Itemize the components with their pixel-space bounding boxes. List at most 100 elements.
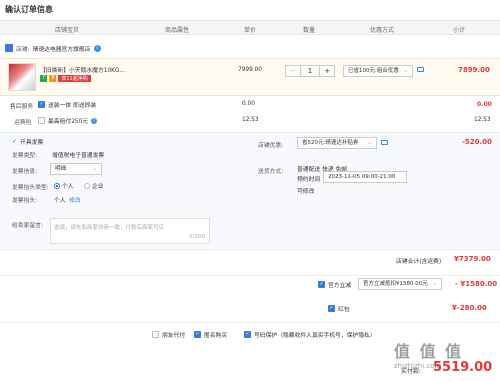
message-counter: 0/200 bbox=[189, 234, 205, 240]
platform-discount-toggle[interactable]: ✓ 官方立减 bbox=[318, 280, 351, 289]
shop-icon bbox=[5, 44, 13, 52]
shop-discount-select[interactable]: 省520元:晴速达补贴券 ⌄ bbox=[297, 137, 377, 149]
divider bbox=[0, 275, 500, 276]
friend-pay-label: 朋友代付 bbox=[162, 333, 186, 339]
privacy-label: 号码保护（隐藏收件人真实手机号，保护隐私） bbox=[254, 333, 376, 339]
friend-pay-toggle[interactable]: 朋友代付 bbox=[152, 330, 185, 339]
invoice-head-value: 个人 bbox=[54, 198, 66, 204]
message-placeholder: 选填，请先和商家协商一致，付款后商家可见 bbox=[54, 225, 165, 231]
col-unit-price: 单价 bbox=[244, 27, 257, 34]
watermark-logo: 值 值 值 bbox=[394, 342, 464, 361]
delivery-time-select[interactable]: 2023-11-05 09:00-21:00 bbox=[323, 171, 407, 183]
radio-personal-dot[interactable] bbox=[54, 182, 60, 189]
invoice-info-select[interactable]: 明细 ⌄ bbox=[50, 163, 102, 175]
invoice-head-label: 发票抬头: bbox=[12, 198, 38, 204]
anonymous-checkbox[interactable]: ✓ bbox=[194, 331, 201, 338]
message-textarea[interactable]: 选填，请先和商家协商一致，付款后商家可见 0/200 bbox=[50, 218, 210, 244]
column-header: 店铺宝贝 商品属性 单价 数量 优惠方式 小计 bbox=[0, 20, 500, 35]
chat-icon[interactable] bbox=[381, 140, 388, 145]
friend-pay-checkbox[interactable] bbox=[152, 331, 159, 338]
insurance-subtotal: 12.53 bbox=[474, 117, 491, 123]
invoice-head-type-label: 发票抬头类型: bbox=[12, 185, 49, 191]
service-price: 0.00 bbox=[242, 101, 255, 107]
chevron-down-icon: ⌄ bbox=[92, 166, 97, 172]
invoice-toggle[interactable]: ✓ 开具发票 bbox=[12, 137, 43, 146]
delivery-time-value: 2023-11-05 09:00-21:00 bbox=[328, 174, 396, 180]
col-quantity: 数量 bbox=[303, 27, 316, 34]
privacy-toggle[interactable]: ✓ 号码保护（隐藏收件人真实手机号，保护隐私） bbox=[244, 330, 376, 339]
item-discount-value: 已省100元:组合优惠 bbox=[348, 68, 399, 74]
radio-company[interactable]: 企业 bbox=[84, 181, 104, 190]
platform-discount-amount: - ¥1580.00 bbox=[455, 280, 498, 288]
invoice-info-label: 发票信息: bbox=[12, 169, 38, 175]
insurance-option[interactable]: 最高赔付250元 ? bbox=[38, 116, 98, 125]
shop-label: 店铺: bbox=[16, 46, 30, 53]
col-attributes: 商品属性 bbox=[165, 27, 190, 34]
service-option-text: 送装一体 即送即装 bbox=[48, 103, 97, 109]
badge-double11: 双11超净购 bbox=[58, 75, 91, 82]
shop-total-value: ¥7379.00 bbox=[454, 255, 491, 263]
anonymous-label: 匿名购买 bbox=[204, 333, 228, 339]
delivery-note: 可修改 bbox=[297, 189, 315, 195]
shop-discount-value: 省520元:晴速达补贴券 bbox=[302, 140, 359, 146]
platform-discount-checkbox[interactable]: ✓ bbox=[318, 281, 325, 288]
platform-discount-label: 官方立减 bbox=[328, 283, 352, 289]
col-shop-item: 店铺宝贝 bbox=[55, 27, 80, 34]
qty-minus-button[interactable]: − bbox=[286, 66, 300, 76]
info-icon[interactable]: i bbox=[93, 44, 101, 52]
divider bbox=[0, 322, 500, 323]
privacy-checkbox[interactable]: ✓ bbox=[244, 331, 251, 338]
delivery-label: 送货方式: bbox=[258, 169, 284, 175]
red-packet-toggle[interactable]: ✓ 红包 bbox=[328, 304, 350, 313]
insurance-checkbox[interactable] bbox=[38, 117, 45, 124]
anonymous-toggle[interactable]: ✓ 匿名购买 bbox=[194, 330, 227, 339]
platform-discount-value: 官方立减抵扣¥1580.00元 bbox=[363, 281, 428, 287]
insurance-label: 运费险 bbox=[14, 120, 32, 126]
check-icon: ✓ bbox=[12, 138, 18, 145]
chevron-down-icon: ⌄ bbox=[432, 281, 437, 287]
product-badges: 7 ¥ 双11超净购 bbox=[40, 75, 91, 82]
qty-input[interactable]: 1 bbox=[299, 66, 321, 76]
quantity-stepper[interactable]: − 1 + bbox=[285, 65, 335, 77]
col-subtotal: 小计 bbox=[453, 27, 466, 34]
chevron-down-icon: ⌄ bbox=[403, 68, 408, 74]
watermark-sub: zhizhizhi.com bbox=[394, 362, 442, 370]
chat-icon[interactable] bbox=[417, 67, 424, 72]
service-subtotal: 0.00 bbox=[477, 101, 492, 108]
radio-personal-label: 个人 bbox=[62, 184, 74, 190]
red-packet-label: 红包 bbox=[338, 307, 350, 313]
col-discount: 优惠方式 bbox=[370, 27, 395, 34]
service-label: 售后服务 bbox=[10, 104, 34, 110]
service-checkbox[interactable]: ✓ bbox=[38, 101, 45, 108]
insurance-option-text: 最高赔付250元 bbox=[48, 119, 89, 125]
item-subtotal: 7899.00 bbox=[458, 66, 490, 74]
invoice-type-label: 发票类型: bbox=[12, 153, 38, 159]
red-packet-checkbox[interactable]: ✓ bbox=[328, 305, 335, 312]
shop-total-label: 店铺合计(含运费) bbox=[396, 259, 442, 265]
invoice-edit-link[interactable]: 修改 bbox=[69, 195, 81, 204]
platform-discount-select[interactable]: 官方立减抵扣¥1580.00元 ⌄ bbox=[358, 278, 442, 290]
radio-personal[interactable]: 个人 bbox=[54, 181, 74, 190]
message-label: 给卖家留言: bbox=[12, 223, 43, 229]
radio-company-dot[interactable] bbox=[84, 182, 90, 189]
item-row: 【旧焕新】小天鹅水魔方10KG... 7 ¥ 双11超净购 7999.00 − … bbox=[0, 58, 500, 96]
red-packet-amount: ¥-280.00 bbox=[452, 304, 487, 312]
radio-company-label: 企业 bbox=[92, 184, 104, 190]
shop-name[interactable]: 晴速达电器官方旗舰店 bbox=[33, 44, 91, 53]
page-title: 确认订单信息 bbox=[5, 5, 53, 14]
qty-plus-button[interactable]: + bbox=[320, 66, 334, 76]
delivery-time-label: 预约时间 bbox=[297, 177, 321, 183]
item-discount-select[interactable]: 已省100元:组合优惠 ⌄ bbox=[343, 65, 413, 77]
shop-discount-label: 店铺优惠: bbox=[258, 143, 284, 149]
product-thumbnail[interactable] bbox=[8, 63, 36, 91]
product-name[interactable]: 【旧焕新】小天鹅水魔方10KG... bbox=[40, 65, 125, 74]
help-icon[interactable]: ? bbox=[91, 117, 98, 124]
shop-discount-amount: -520.00 bbox=[462, 138, 492, 146]
service-option[interactable]: ✓ 送装一体 即送即装 bbox=[38, 100, 96, 109]
watermark: 值 值 值 zhizhizhi.com bbox=[394, 338, 494, 378]
invoice-type-value: 增值税电子普通发票 bbox=[52, 153, 105, 159]
invoice-toggle-label: 开具发票 bbox=[20, 140, 44, 146]
invoice-info-value: 明细 bbox=[55, 166, 67, 172]
chevron-down-icon: ⌄ bbox=[367, 140, 372, 146]
badge-price: ¥ bbox=[49, 75, 57, 82]
